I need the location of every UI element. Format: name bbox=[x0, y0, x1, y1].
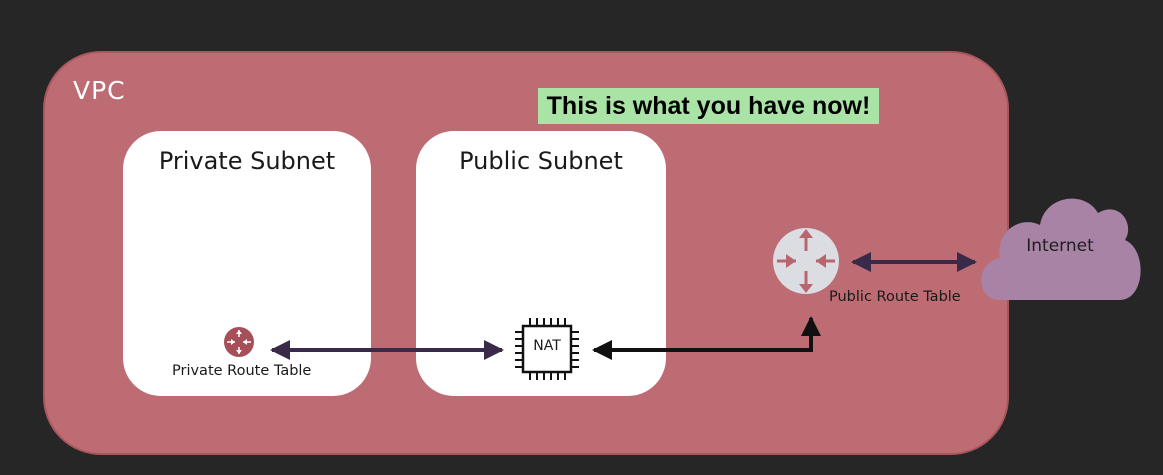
router-icon bbox=[773, 228, 839, 294]
nat-label: NAT bbox=[533, 338, 561, 354]
nat-to-public-route-arrow bbox=[592, 316, 821, 360]
private-route-table-label: Private Route Table bbox=[172, 363, 312, 379]
internet-label: Internet bbox=[1026, 236, 1094, 256]
public-route-table-label: Public Route Table bbox=[829, 289, 961, 305]
diagram-overlay bbox=[224, 198, 1141, 380]
router-icon bbox=[224, 327, 254, 357]
